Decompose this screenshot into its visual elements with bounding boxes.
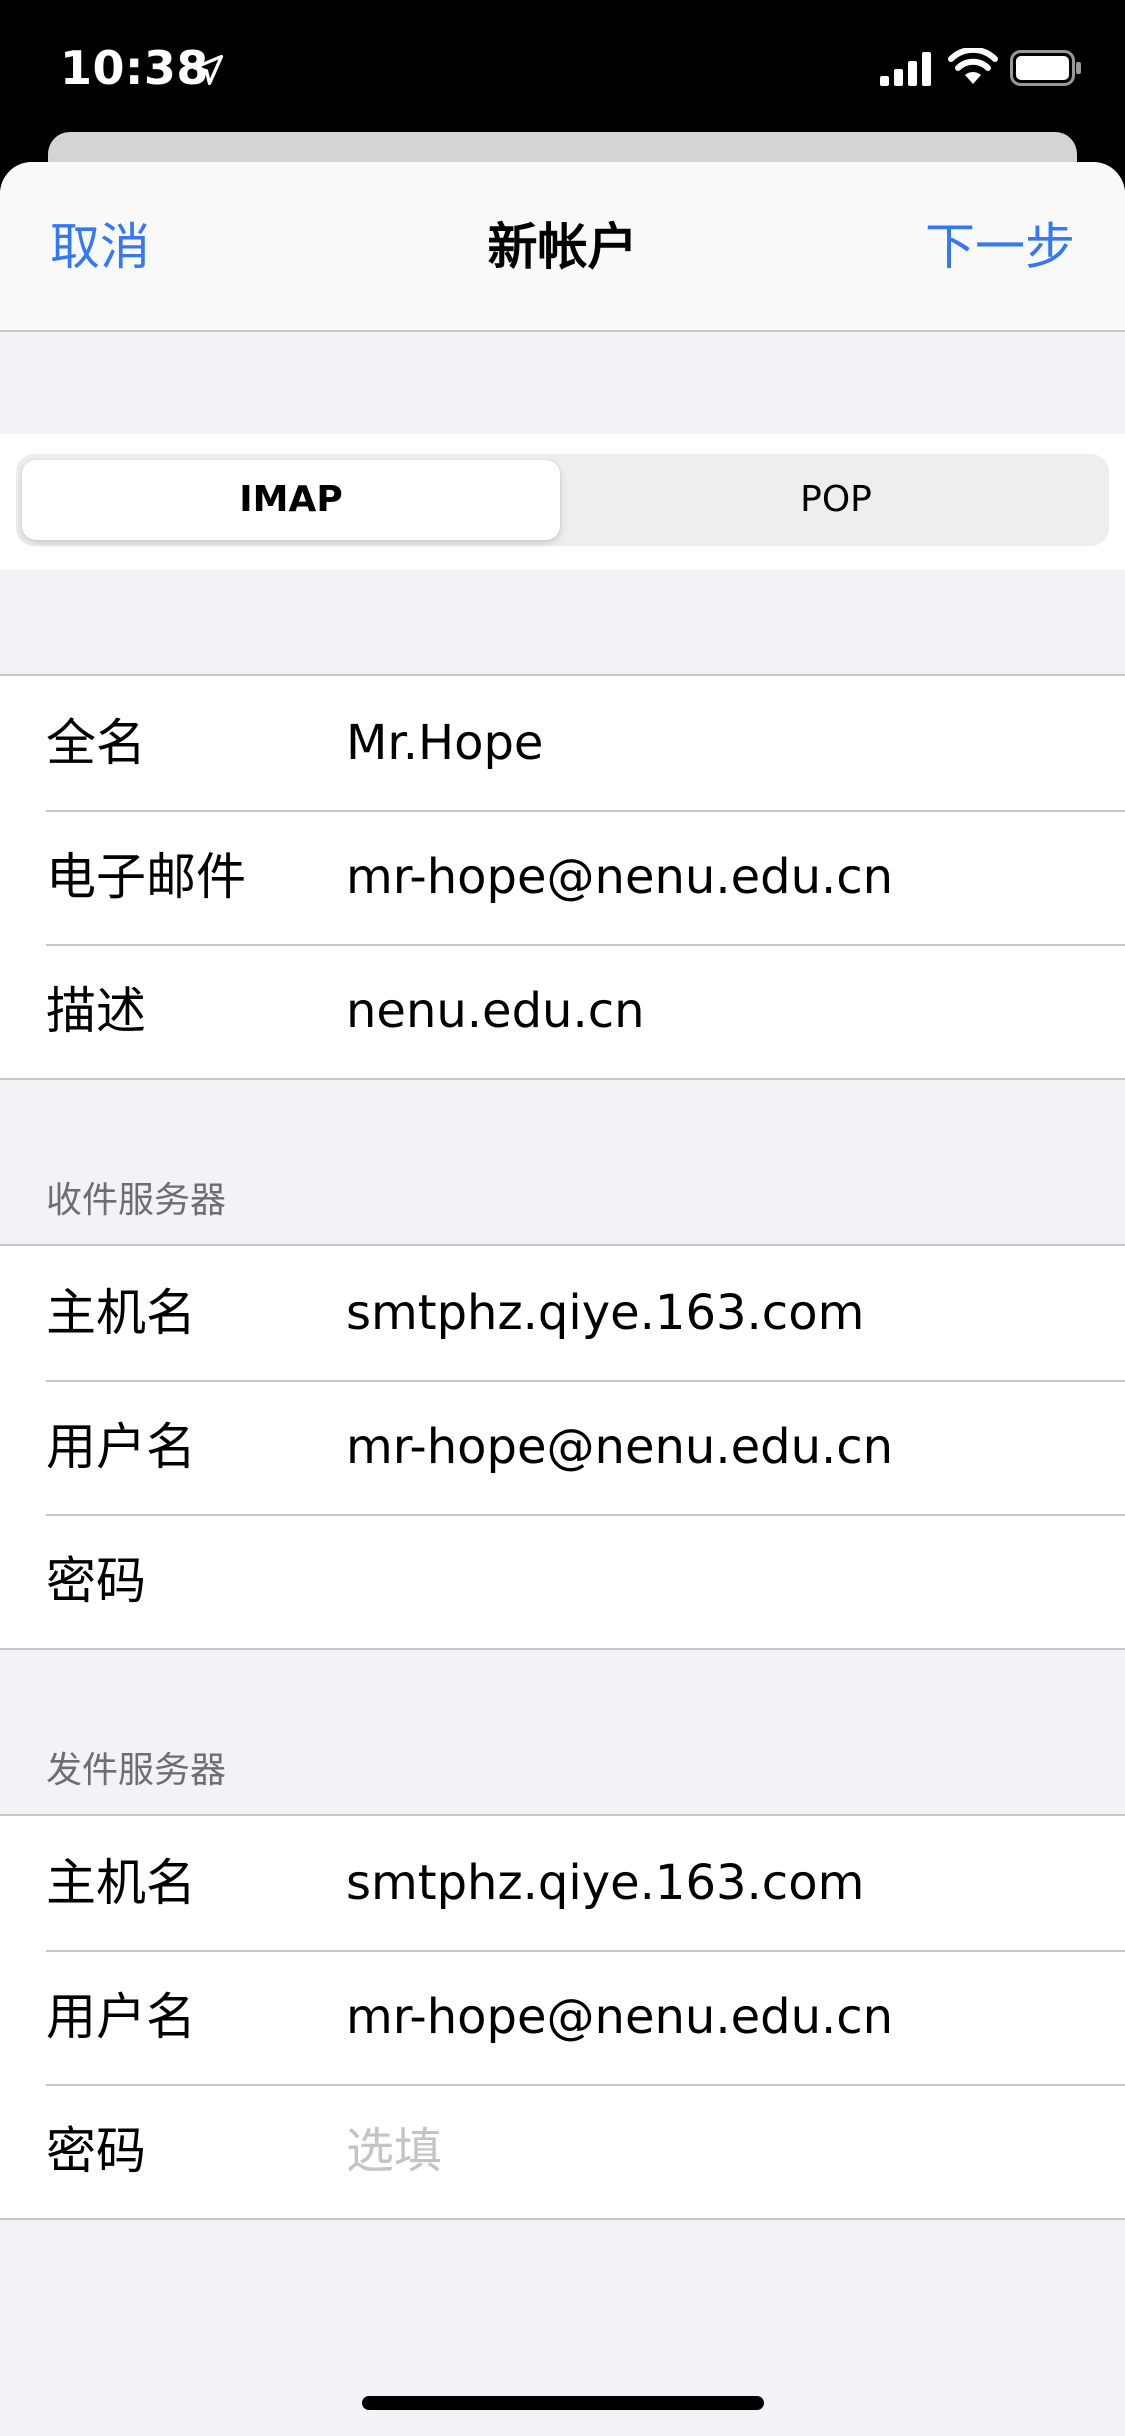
new-account-sheet: 取消 新帐户 下一步 IMAP POP 全名 Mr.Hope 电子邮件 mr-h… — [0, 162, 1125, 2436]
field-row-email[interactable]: 电子邮件 mr-hope@nenu.edu.cn — [0, 810, 1125, 944]
outgoing-username-field[interactable]: mr-hope@nenu.edu.cn — [346, 1950, 893, 2084]
cancel-button[interactable]: 取消 — [50, 212, 150, 282]
field-row-incoming-username[interactable]: 用户名 mr-hope@nenu.edu.cn — [0, 1380, 1125, 1514]
field-row-full-name[interactable]: 全名 Mr.Hope — [0, 676, 1125, 810]
protocol-segmented-control: IMAP POP — [16, 454, 1109, 546]
protocol-segment-band: IMAP POP — [0, 434, 1125, 570]
outgoing-server-group: 主机名 smtphz.qiye.163.com 用户名 mr-hope@nenu… — [0, 1814, 1125, 2220]
status-bar: 10:38 — [0, 0, 1125, 132]
full-name-field[interactable]: Mr.Hope — [346, 676, 543, 810]
navigation-bar: 取消 新帐户 下一步 — [0, 162, 1125, 332]
field-row-outgoing-host[interactable]: 主机名 smtphz.qiye.163.com — [0, 1816, 1125, 1950]
next-button[interactable]: 下一步 — [925, 212, 1075, 282]
outgoing-server-header: 发件服务器 — [46, 1750, 227, 1791]
incoming-username-field[interactable]: mr-hope@nenu.edu.cn — [346, 1380, 893, 1514]
outgoing-host-label: 主机名 — [46, 1854, 196, 1912]
full-name-label: 全名 — [46, 714, 146, 772]
description-field[interactable]: nenu.edu.cn — [346, 944, 645, 1078]
incoming-password-label: 密码 — [46, 1552, 146, 1610]
incoming-username-label: 用户名 — [46, 1418, 196, 1476]
field-row-outgoing-password[interactable]: 密码 选填 — [0, 2084, 1125, 2218]
email-label: 电子邮件 — [46, 848, 246, 906]
ios-screen: 10:38 取消 新帐户 下一步 IMAP POP 全名 Mr.Hope 电子邮… — [0, 0, 1125, 2436]
home-indicator[interactable] — [362, 2396, 764, 2410]
field-row-outgoing-username[interactable]: 用户名 mr-hope@nenu.edu.cn — [0, 1950, 1125, 2084]
field-row-incoming-password[interactable]: 密码 — [0, 1514, 1125, 1648]
incoming-server-header: 收件服务器 — [46, 1180, 227, 1221]
description-label: 描述 — [46, 982, 146, 1040]
cellular-signal-icon — [880, 52, 931, 86]
email-field[interactable]: mr-hope@nenu.edu.cn — [346, 810, 893, 944]
location-arrow-icon — [192, 54, 224, 86]
account-info-group: 全名 Mr.Hope 电子邮件 mr-hope@nenu.edu.cn 描述 n… — [0, 674, 1125, 1080]
segment-imap[interactable]: IMAP — [22, 460, 560, 540]
outgoing-password-label: 密码 — [46, 2122, 146, 2180]
outgoing-username-label: 用户名 — [46, 1988, 196, 2046]
status-time: 10:38 — [60, 41, 209, 95]
outgoing-password-field[interactable]: 选填 — [346, 2084, 442, 2218]
incoming-host-label: 主机名 — [46, 1284, 196, 1342]
wifi-icon — [948, 48, 998, 84]
battery-icon — [1010, 50, 1081, 86]
incoming-host-field[interactable]: smtphz.qiye.163.com — [346, 1246, 864, 1380]
segment-pop[interactable]: POP — [563, 454, 1109, 546]
field-row-incoming-host[interactable]: 主机名 smtphz.qiye.163.com — [0, 1246, 1125, 1380]
field-row-description[interactable]: 描述 nenu.edu.cn — [0, 944, 1125, 1078]
incoming-server-group: 主机名 smtphz.qiye.163.com 用户名 mr-hope@nenu… — [0, 1244, 1125, 1650]
outgoing-host-field[interactable]: smtphz.qiye.163.com — [346, 1816, 864, 1950]
